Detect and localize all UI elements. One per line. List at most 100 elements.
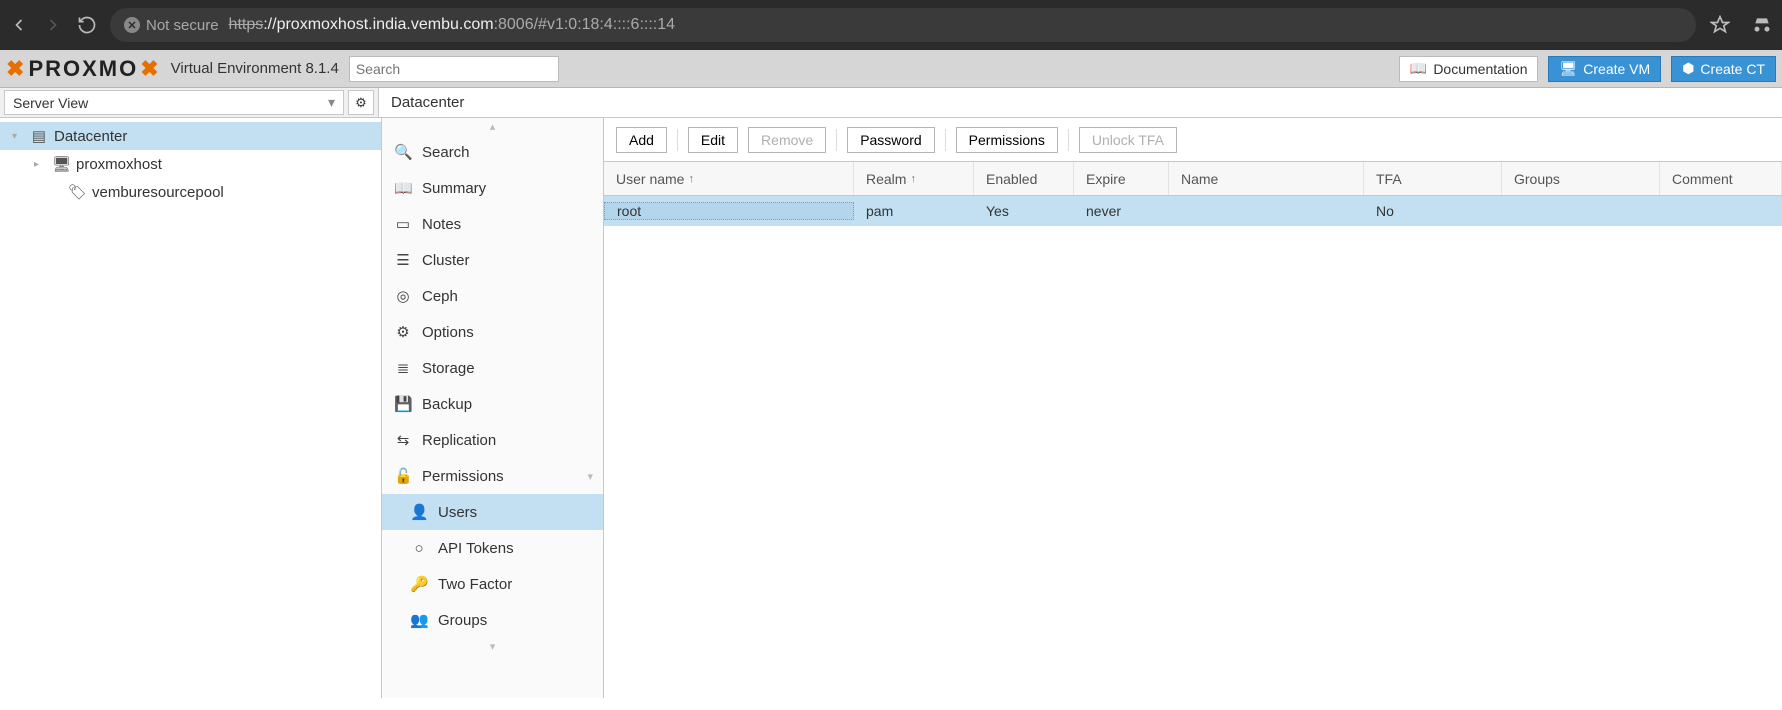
nav-scroll-up-icon[interactable]: ▴: [382, 118, 603, 134]
cell-enabled: Yes: [974, 203, 1074, 219]
storage-icon: ≣: [394, 359, 412, 377]
nav-item-permissions[interactable]: 🔓Permissions: [382, 458, 603, 494]
tag-icon: 🏷: [68, 183, 86, 201]
grid-header: User name↑ Realm↑ Enabled Expire Name TF…: [604, 162, 1782, 196]
nav-item-api-tokens[interactable]: ○API Tokens: [382, 530, 603, 566]
column-header-name[interactable]: Name: [1169, 162, 1364, 195]
column-header-enabled[interactable]: Enabled: [974, 162, 1074, 195]
subheader: Server View ▾ ⚙ Datacenter: [0, 88, 1782, 118]
token-icon: ○: [410, 540, 428, 557]
search-icon: 🔍: [394, 143, 412, 161]
column-header-tfa[interactable]: TFA: [1364, 162, 1502, 195]
nav-item-groups[interactable]: 👥Groups: [382, 602, 603, 638]
tree-item-label: vemburesourcepool: [92, 184, 224, 201]
key-icon: 🔑: [410, 575, 428, 593]
warning-icon: ✕: [124, 17, 140, 33]
forward-icon[interactable]: [42, 14, 64, 36]
nav-item-options[interactable]: ⚙Options: [382, 314, 603, 350]
global-search-input[interactable]: [349, 56, 559, 82]
nav-item-backup[interactable]: 💾Backup: [382, 386, 603, 422]
datacenter-icon: ▤: [30, 127, 48, 145]
tree-expander-icon[interactable]: ▸: [34, 159, 46, 170]
separator: [1068, 129, 1069, 151]
nav-item-replication[interactable]: ⇆Replication: [382, 422, 603, 458]
nav-item-two-factor[interactable]: 🔑Two Factor: [382, 566, 603, 602]
separator: [945, 129, 946, 151]
separator: [836, 129, 837, 151]
tree-expander-icon[interactable]: ▾: [12, 131, 24, 142]
cube-icon: ⬢: [1682, 60, 1694, 77]
nav-item-users[interactable]: 👤Users: [382, 494, 603, 530]
sort-asc-icon: ↑: [910, 173, 916, 185]
tree-settings-button[interactable]: ⚙: [348, 90, 374, 115]
notes-icon: ▭: [394, 215, 412, 233]
column-header-username[interactable]: User name↑: [604, 162, 854, 195]
unlock-icon: 🔓: [394, 467, 412, 485]
chevron-down-icon: ▾: [328, 94, 335, 111]
proxmox-logo: ✖PROXMO✖: [6, 56, 161, 82]
nav-item-storage[interactable]: ≣Storage: [382, 350, 603, 386]
user-icon: 👤: [410, 503, 428, 521]
documentation-button[interactable]: 📖 Documentation: [1399, 56, 1539, 82]
edit-button[interactable]: Edit: [688, 127, 738, 153]
cell-tfa: No: [1364, 203, 1502, 219]
column-header-comment[interactable]: Comment: [1660, 162, 1782, 195]
users-toolbar: Add Edit Remove Password Permissions Unl…: [604, 118, 1782, 162]
nav-item-ceph[interactable]: ◎Ceph: [382, 278, 603, 314]
unlock-tfa-button[interactable]: Unlock TFA: [1079, 127, 1177, 153]
detail-panel: Add Edit Remove Password Permissions Unl…: [604, 118, 1782, 698]
server-view-label: Server View: [13, 95, 88, 111]
tree-item-datacenter[interactable]: ▾ ▤ Datacenter: [0, 122, 381, 150]
column-header-groups[interactable]: Groups: [1502, 162, 1660, 195]
column-header-realm[interactable]: Realm↑: [854, 162, 974, 195]
group-icon: 👥: [410, 611, 428, 629]
browser-right-controls: [1708, 13, 1774, 37]
monitor-icon: 🖥: [1559, 60, 1577, 77]
separator: [677, 129, 678, 151]
nav-item-summary[interactable]: 📖Summary: [382, 170, 603, 206]
remove-button[interactable]: Remove: [748, 127, 826, 153]
cluster-icon: ☰: [394, 251, 412, 269]
reload-icon[interactable]: [76, 14, 98, 36]
back-icon[interactable]: [8, 14, 30, 36]
star-icon[interactable]: [1708, 13, 1732, 37]
url-text: https://proxmoxhost.india.vembu.com:8006…: [229, 16, 675, 34]
server-view-select[interactable]: Server View ▾: [4, 90, 344, 115]
add-button[interactable]: Add: [616, 127, 667, 153]
server-icon: 🖥: [52, 155, 70, 173]
config-nav: ▴ 🔍Search 📖Summary ▭Notes ☰Cluster ◎Ceph…: [382, 118, 604, 698]
disk-icon: 💾: [394, 395, 412, 413]
tree-item-label: proxmoxhost: [76, 156, 162, 173]
create-ct-button[interactable]: ⬢ Create CT: [1671, 56, 1776, 82]
version-label: Virtual Environment 8.1.4: [171, 60, 339, 77]
create-vm-button[interactable]: 🖥 Create VM: [1548, 56, 1661, 82]
permissions-button[interactable]: Permissions: [956, 127, 1058, 153]
incognito-icon[interactable]: [1750, 13, 1774, 37]
ceph-icon: ◎: [394, 287, 412, 305]
nav-item-cluster[interactable]: ☰Cluster: [382, 242, 603, 278]
cell-expire: never: [1074, 203, 1169, 219]
sort-asc-icon: ↑: [688, 173, 694, 185]
nav-scroll-down-icon[interactable]: ▾: [382, 638, 603, 654]
nav-item-search[interactable]: 🔍Search: [382, 134, 603, 170]
tree-item-node[interactable]: ▸ 🖥 proxmoxhost: [0, 150, 381, 178]
users-grid: User name↑ Realm↑ Enabled Expire Name TF…: [604, 162, 1782, 698]
table-row[interactable]: root pam Yes never No: [604, 196, 1782, 226]
book-icon: 📖: [1410, 60, 1427, 77]
column-header-expire[interactable]: Expire: [1074, 162, 1169, 195]
browser-bar: ✕ Not secure https://proxmoxhost.india.v…: [0, 0, 1782, 50]
tree-item-pool[interactable]: 🏷 vemburesourcepool: [0, 178, 381, 206]
breadcrumb: Datacenter: [378, 88, 1782, 117]
nav-item-notes[interactable]: ▭Notes: [382, 206, 603, 242]
password-button[interactable]: Password: [847, 127, 934, 153]
cell-realm: pam: [854, 203, 974, 219]
main: ▾ ▤ Datacenter ▸ 🖥 proxmoxhost 🏷 vembure…: [0, 118, 1782, 698]
not-secure-label: Not secure: [146, 17, 219, 34]
not-secure-badge: ✕ Not secure: [124, 17, 219, 34]
content: ▴ 🔍Search 📖Summary ▭Notes ☰Cluster ◎Ceph…: [382, 118, 1782, 698]
resource-tree: ▾ ▤ Datacenter ▸ 🖥 proxmoxhost 🏷 vembure…: [0, 118, 382, 698]
url-bar[interactable]: ✕ Not secure https://proxmoxhost.india.v…: [110, 8, 1696, 42]
replication-icon: ⇆: [394, 431, 412, 449]
gear-icon: ⚙: [394, 323, 412, 341]
cell-username: root: [604, 202, 854, 220]
